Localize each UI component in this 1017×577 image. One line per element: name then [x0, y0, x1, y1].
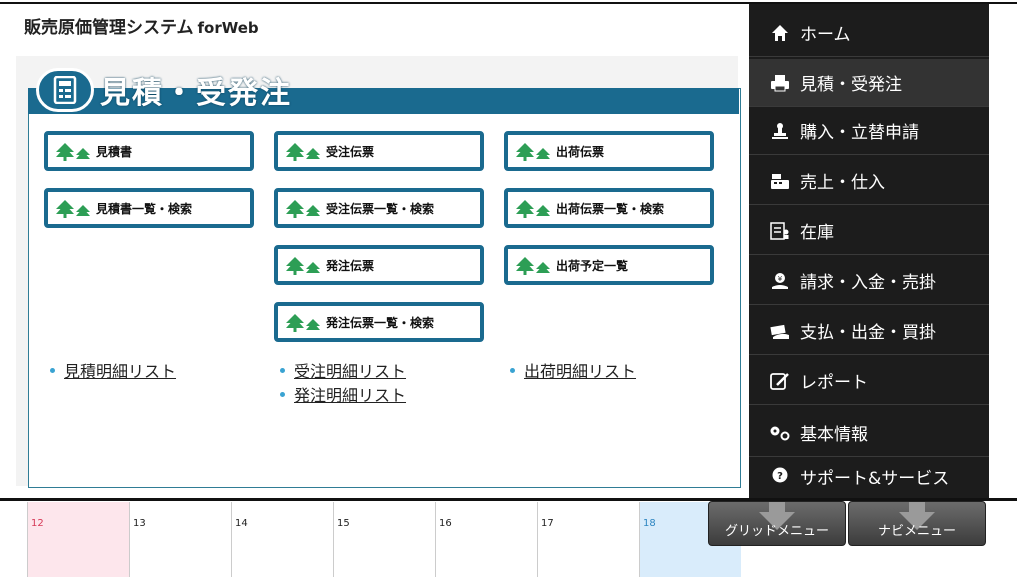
calendar-cell-sunday[interactable]: 12 — [27, 502, 129, 577]
navi-menu-label: ナビメニュー — [877, 524, 956, 539]
nav-item-inventory[interactable]: 在庫 — [749, 207, 989, 255]
svg-text:¥: ¥ — [778, 275, 783, 283]
tile-label: 出荷予定一覧 — [556, 258, 629, 273]
link-purchase-detail[interactable]: 発注明細リスト — [294, 382, 406, 406]
cash-payment-icon — [769, 321, 791, 341]
link-estimate-detail[interactable]: 見積明細リスト — [64, 358, 176, 382]
nav-label: 請求・入金・売掛 — [800, 273, 936, 293]
bullet-icon — [280, 391, 285, 397]
bullet-icon — [510, 367, 515, 373]
calendar-cell[interactable]: 13 — [129, 502, 231, 577]
list-item: 発注明細リスト — [280, 382, 406, 406]
tile-estimate[interactable]: 見積書 — [44, 131, 254, 171]
link-order-detail[interactable]: 受注明細リスト — [294, 358, 406, 382]
nav-item-support[interactable]: ? サポート&サービス — [749, 452, 989, 500]
tile-label: 受注伝票 — [326, 144, 375, 159]
calendar-cell[interactable]: 15 — [333, 502, 435, 577]
app-title-main: 販売原価管理システム — [24, 18, 194, 38]
list-item: 見積明細リスト — [50, 358, 176, 382]
settings-gears-icon — [769, 423, 791, 443]
tile-estimate-list[interactable]: 見積書一覧・検索 — [44, 188, 254, 228]
nav-item-estimate[interactable]: 見積・受発注 — [749, 59, 989, 107]
tile-order-slip[interactable]: 受注伝票 — [274, 131, 484, 171]
svg-text:?: ? — [777, 471, 783, 482]
bullet-icon — [280, 367, 285, 373]
help-question-icon: ? — [769, 466, 791, 486]
register-icon — [769, 171, 791, 191]
nav-label: 在庫 — [800, 223, 834, 243]
tile-label: 見積書一覧・検索 — [96, 201, 193, 216]
tree-icon — [56, 198, 92, 218]
nav-label: 売上・仕入 — [800, 173, 885, 193]
home-icon — [769, 23, 791, 43]
calendar-cell[interactable]: 16 — [435, 502, 537, 577]
tree-icon — [286, 312, 322, 332]
bullet-icon — [50, 367, 55, 373]
tree-icon — [56, 141, 92, 161]
section-title: 見積・受発注 — [100, 76, 292, 111]
link-shipping-detail[interactable]: 出荷明細リスト — [524, 358, 636, 382]
inventory-list-icon — [769, 221, 791, 241]
report-edit-icon — [769, 371, 791, 391]
stamp-icon — [769, 121, 791, 141]
tree-icon — [286, 198, 322, 218]
sidebar-nav: ホーム 見積・受発注 購入・立替申請 売上・仕入 在庫 ¥ 請求・入金・売掛 支… — [749, 4, 989, 498]
nav-item-master-data[interactable]: 基本情報 — [749, 409, 989, 457]
tree-icon — [516, 255, 552, 275]
tile-purchase-order-list[interactable]: 発注伝票一覧・検索 — [274, 302, 484, 342]
calendar-cell[interactable]: 17 — [537, 502, 639, 577]
tree-icon — [516, 198, 552, 218]
navi-menu-button[interactable]: ナビメニュー — [848, 501, 986, 546]
nav-item-purchase-request[interactable]: 購入・立替申請 — [749, 107, 989, 155]
tile-purchase-order[interactable]: 発注伝票 — [274, 245, 484, 285]
link-list-shipping: 出荷明細リスト — [510, 358, 636, 382]
nav-label: レポート — [800, 373, 868, 393]
tile-label: 出荷伝票一覧・検索 — [556, 201, 665, 216]
link-list-order: 受注明細リスト 発注明細リスト — [280, 358, 406, 406]
tile-label: 発注伝票 — [326, 258, 375, 273]
link-list-estimate: 見積明細リスト — [50, 358, 176, 382]
nav-item-billing[interactable]: ¥ 請求・入金・売掛 — [749, 257, 989, 305]
tile-order-list[interactable]: 受注伝票一覧・検索 — [274, 188, 484, 228]
nav-item-sales[interactable]: 売上・仕入 — [749, 157, 989, 205]
tree-icon — [516, 141, 552, 161]
nav-label: 見積・受発注 — [800, 75, 902, 95]
nav-label: サポート&サービス — [800, 468, 950, 489]
tree-icon — [286, 255, 322, 275]
list-item: 受注明細リスト — [280, 358, 406, 382]
tile-label: 出荷伝票 — [556, 144, 605, 159]
nav-label: 購入・立替申請 — [800, 123, 919, 143]
calendar-cell[interactable]: 14 — [231, 502, 333, 577]
tile-label: 見積書 — [96, 144, 133, 159]
app-title-sub: forWeb — [197, 19, 259, 37]
app-title: 販売原価管理システム forWeb — [24, 13, 259, 38]
list-item: 出荷明細リスト — [510, 358, 636, 382]
estimate-calculator-icon — [36, 68, 94, 112]
calendar-row: 12 13 14 15 16 17 18 — [27, 502, 741, 577]
tile-label: 発注伝票一覧・検索 — [326, 315, 435, 330]
payment-receive-icon: ¥ — [769, 271, 791, 291]
nav-item-home[interactable]: ホーム — [749, 9, 989, 57]
nav-label: 支払・出金・買掛 — [800, 323, 936, 343]
grid-menu-button[interactable]: グリッドメニュー — [708, 501, 846, 546]
tile-shipping-slip[interactable]: 出荷伝票 — [504, 131, 714, 171]
nav-label: 基本情報 — [800, 425, 868, 445]
tile-shipping-list[interactable]: 出荷伝票一覧・検索 — [504, 188, 714, 228]
grid-menu-label: グリッドメニュー — [724, 524, 829, 539]
tree-icon — [286, 141, 322, 161]
section-header: 見積・受発注 — [36, 66, 292, 114]
tile-label: 受注伝票一覧・検索 — [326, 201, 435, 216]
printer-icon — [769, 73, 791, 93]
tile-shipping-schedule[interactable]: 出荷予定一覧 — [504, 245, 714, 285]
nav-item-payment[interactable]: 支払・出金・買掛 — [749, 307, 989, 355]
nav-label: ホーム — [800, 25, 851, 45]
nav-item-report[interactable]: レポート — [749, 357, 989, 405]
